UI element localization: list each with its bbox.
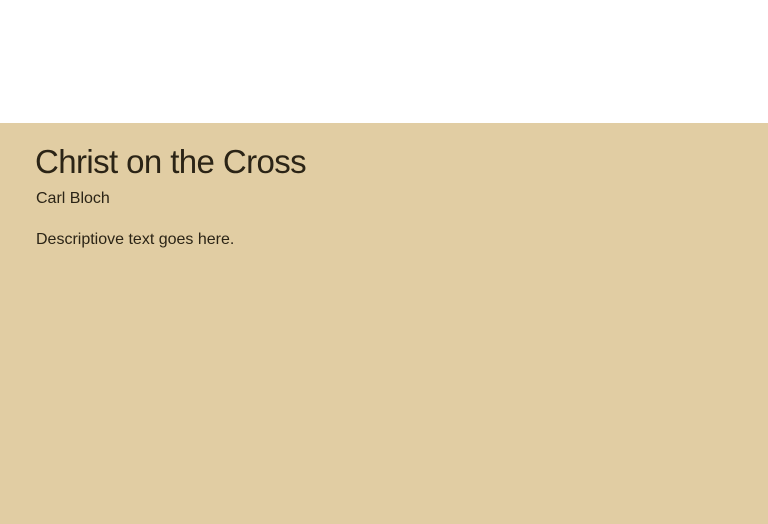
page: Christ on the Cross Carl Bloch Descripti… bbox=[0, 0, 768, 524]
artwork-info-panel: Christ on the Cross Carl Bloch Descripti… bbox=[0, 123, 768, 524]
artwork-title: Christ on the Cross bbox=[35, 143, 307, 180]
artwork-description: Descriptiove text goes here. bbox=[36, 231, 235, 248]
artist-name: Carl Bloch bbox=[36, 190, 110, 207]
top-blank-area bbox=[0, 0, 768, 123]
